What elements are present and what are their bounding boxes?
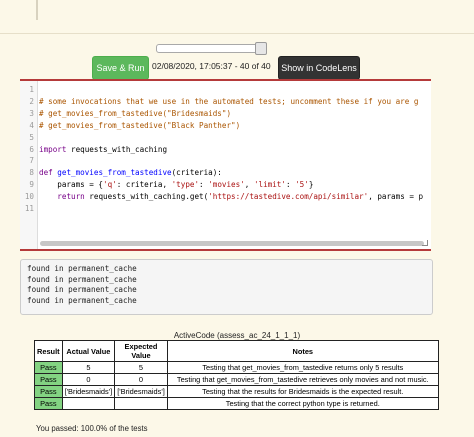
line-number: 10	[24, 192, 34, 202]
code-text[interactable]: def get_movies_from_tastedive(criteria):	[39, 168, 222, 178]
line-number: 7	[29, 156, 34, 166]
notes-cell: Testing that the results for Bridesmaids…	[166, 385, 439, 398]
header-notes: Notes	[166, 340, 439, 362]
run-timestamp: 02/08/2020, 17:05:37 - 40 of 40	[152, 61, 271, 71]
test-results-table: Result Actual Value Expected Value Notes…	[34, 340, 439, 410]
output-line: found in permanent_cache	[27, 295, 137, 305]
code-text[interactable]: import requests_with_caching	[39, 145, 167, 155]
actual-cell: 5	[61, 361, 116, 374]
save-and-run-button[interactable]: Save & Run	[92, 56, 149, 80]
actual-cell	[61, 397, 116, 410]
code-text[interactable]: # get_movies_from_tastedive("Black Panth…	[39, 121, 240, 131]
table-row: Pass 5 5 Testing that get_movies_from_taste…	[34, 361, 439, 374]
expected-cell	[114, 397, 168, 410]
table-row: Pass 0 0 Testing that get_movies_from_taste…	[34, 373, 439, 386]
result-cell: Pass	[34, 361, 63, 374]
history-slider[interactable]	[156, 42, 267, 55]
notes-cell: Testing that the correct python type is …	[166, 397, 439, 410]
result-cell: Pass	[34, 373, 63, 386]
results-summary: You passed: 100.0% of the tests	[36, 424, 148, 433]
horizontal-scrollbar[interactable]	[40, 241, 424, 246]
results-caption: ActiveCode (assess_ac_24_1_1_1)	[173, 331, 301, 340]
expected-cell: ['Bridesmaids']	[114, 385, 168, 398]
slider-thumb[interactable]	[255, 42, 267, 55]
top-bar	[0, 0, 474, 34]
line-number: 1	[29, 85, 34, 94]
output-line: found in permanent_cache	[27, 264, 137, 273]
notes-cell: Testing that get_movies_from_tastedive r…	[166, 373, 439, 386]
notes-cell: Testing that get_movies_from_tastedive r…	[166, 361, 439, 374]
table-row: Pass Testing that the correct python type…	[34, 397, 439, 410]
result-cell: Pass	[34, 385, 63, 398]
line-number: 11	[24, 204, 34, 213]
line-number: 3	[29, 108, 34, 118]
header-result: Result	[34, 340, 63, 362]
line-number: 9	[29, 180, 34, 190]
result-cell: Pass	[34, 397, 63, 410]
expected-cell: 0	[114, 373, 168, 386]
code-text[interactable]: # get_movies_from_tastedive("Bridesmaids…	[39, 109, 231, 119]
resize-handle-icon[interactable]	[422, 240, 428, 246]
line-number: 6	[29, 144, 34, 154]
code-text[interactable]: # some invocations that we use in the au…	[39, 97, 418, 107]
show-in-codelens-button[interactable]: Show in CodeLens	[278, 56, 360, 80]
code-text[interactable]: return requests_with_caching.get('https:…	[39, 192, 423, 202]
line-number: 5	[29, 132, 34, 142]
line-number: 2	[29, 96, 34, 106]
divider-line	[36, 0, 38, 20]
line-number: 8	[29, 168, 34, 178]
header-actual: Actual Value	[61, 340, 116, 362]
line-number: 4	[29, 120, 34, 130]
header-expected: Expected Value	[114, 340, 168, 362]
actual-cell: ['Bridesmaids']	[61, 385, 116, 398]
code-editor[interactable]: 1 2 # some invocations that we use in the …	[20, 79, 431, 251]
divider-line	[0, 33, 474, 34]
expected-cell: 5	[114, 361, 168, 374]
output-line: found in permanent_cache	[27, 274, 137, 284]
actual-cell: 0	[61, 373, 116, 386]
code-text[interactable]: params = {'q': criteria, 'type': 'movies…	[39, 180, 313, 190]
output-line: found in permanent_cache	[27, 285, 137, 294]
table-row: Pass ['Bridesmaids'] ['Bridesmaids'] Testin…	[34, 385, 439, 398]
program-output: found in permanent_cache found in permane…	[20, 259, 433, 315]
